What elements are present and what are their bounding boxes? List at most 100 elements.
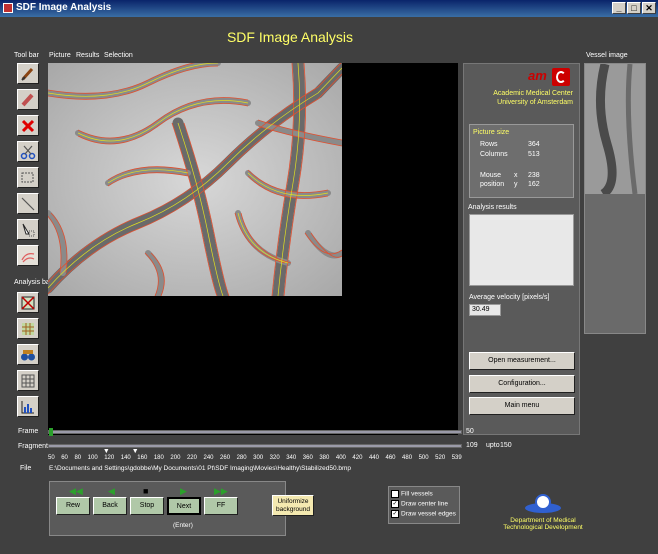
scale-tick-label: 340: [286, 455, 297, 461]
scale-tick-label: 50: [48, 455, 55, 461]
crosshair-tool[interactable]: [17, 292, 39, 313]
select-rect-icon: [21, 172, 34, 183]
rew-button[interactable]: Rew: [56, 497, 90, 515]
scale-tick-label: 100: [87, 455, 98, 461]
department-line-1: Department of Medical: [510, 517, 576, 524]
grid-tool[interactable]: [17, 370, 39, 391]
draw-center-line-checkbox[interactable]: ✓: [391, 500, 399, 508]
draw-center-line-option[interactable]: ✓ Draw center line: [391, 500, 448, 508]
menu-selection[interactable]: Selection: [104, 52, 133, 59]
file-label: File: [20, 465, 32, 472]
menu-results[interactable]: Results: [76, 52, 99, 59]
eraser-tool[interactable]: [17, 89, 39, 110]
picture-size-heading: Picture size: [473, 129, 510, 136]
rows-value: 364: [528, 141, 540, 148]
draw-vessel-edges-option[interactable]: ✓ Draw vessel edges: [391, 510, 456, 518]
draw-vessel-edges-checkbox[interactable]: ✓: [391, 510, 399, 518]
mouse-y-value: 162: [528, 181, 540, 188]
delete-tool[interactable]: [17, 115, 39, 136]
fragment-start-marker[interactable]: ▼: [103, 448, 110, 455]
department-emblem-icon: [525, 494, 561, 513]
fragment-end-marker[interactable]: ▼: [132, 448, 139, 455]
scale-tick-label: 240: [203, 455, 214, 461]
scale-tick-label: 440: [368, 455, 379, 461]
fragment-value: 109: [466, 442, 478, 449]
frame-slider-thumb[interactable]: [49, 428, 53, 436]
microcirculation-image[interactable]: [48, 63, 342, 296]
window-titlebar: SDF Image Analysis _ □ ✕: [0, 0, 658, 17]
vessel-image: [585, 64, 645, 194]
scale-tick-label: 500: [418, 455, 429, 461]
open-measurement-button[interactable]: Open measurement...: [469, 352, 575, 370]
delete-icon: [21, 119, 35, 133]
app-icon: [3, 3, 13, 13]
scale-tick-label: 420: [352, 455, 363, 461]
fragment-slider[interactable]: ▼ ▼: [48, 444, 462, 455]
upto-label: upto: [486, 442, 500, 449]
back-button[interactable]: Back: [93, 497, 127, 515]
frame-value: 50: [466, 428, 474, 435]
menu-picture[interactable]: Picture: [49, 52, 71, 59]
image-viewer[interactable]: [48, 63, 458, 435]
vessel-image-label: Vessel image: [586, 52, 628, 59]
scale-tick-label: 140: [120, 455, 131, 461]
file-path: E:\Documents and Settings\gdobbe\My Docu…: [49, 465, 352, 472]
next-icon: ▶: [180, 486, 187, 496]
velocity-value: 30.49: [469, 304, 501, 316]
uniformize-background-button[interactable]: Uniformize background: [272, 495, 314, 516]
scale-tick-label: 200: [170, 455, 181, 461]
analysis-results-label: Analysis results: [468, 204, 517, 211]
frame-slider[interactable]: [48, 428, 462, 436]
uniformize-label-1: Uniformize: [277, 498, 309, 505]
brush-tool[interactable]: [17, 63, 39, 84]
mesh-tool[interactable]: [17, 318, 39, 339]
picture-size-box: Picture size Rows 364 Columns 513 Mouse …: [469, 124, 574, 198]
fill-select-tool[interactable]: [17, 219, 39, 240]
scale-tick-label: 120: [104, 455, 115, 461]
department-line-2: Technological Development: [503, 524, 583, 531]
mouse-x-label: x: [514, 172, 518, 179]
scale-tick-label: 460: [385, 455, 396, 461]
vessel-draw-icon: [21, 253, 35, 263]
crosshair-icon: [21, 296, 35, 310]
playback-controls: ◀◀ ◀ ■ ▶ ▶▶ Rew Back Stop Next FF (Enter…: [49, 481, 314, 536]
line-tool[interactable]: [17, 193, 39, 214]
scissors-tool[interactable]: [17, 141, 39, 162]
stop-button[interactable]: Stop: [130, 497, 164, 515]
ff-button[interactable]: FF: [204, 497, 238, 515]
draw-vessel-edges-label: Draw vessel edges: [401, 510, 456, 518]
binoculars-tool[interactable]: [17, 344, 39, 365]
amc-logo-icon: [552, 68, 570, 86]
scale-tick-label: 60: [61, 455, 68, 461]
next-button[interactable]: Next: [167, 497, 201, 515]
histogram-icon: [21, 401, 34, 414]
amc-logo-text: am: [528, 68, 547, 83]
scale-tick-label: 520: [435, 455, 446, 461]
eraser-icon: [21, 93, 34, 107]
amc-name: Academic Medical Center: [493, 90, 573, 97]
vessel-image-panel: [584, 63, 646, 334]
close-button[interactable]: ✕: [642, 2, 656, 14]
window-title: SDF Image Analysis: [16, 2, 112, 13]
rewind-icon: ◀◀: [69, 486, 83, 496]
fill-vessels-checkbox[interactable]: [391, 490, 399, 498]
select-rect-tool[interactable]: [17, 167, 39, 188]
maximize-button[interactable]: □: [627, 2, 641, 14]
enter-hint: (Enter): [173, 522, 193, 529]
draw-options: Fill vessels ✓ Draw center line ✓ Draw ves…: [388, 486, 460, 524]
histogram-tool[interactable]: [17, 396, 39, 417]
scale-tick-label: 480: [402, 455, 413, 461]
fill-vessels-option[interactable]: Fill vessels: [391, 490, 433, 498]
analysis-results-box: [469, 214, 574, 286]
scissors-icon: [20, 145, 36, 160]
minimize-button[interactable]: _: [612, 2, 626, 14]
configuration-button[interactable]: Configuration...: [469, 375, 575, 393]
position-label: position: [480, 181, 505, 188]
rows-label: Rows: [480, 141, 498, 148]
grid-icon: [21, 374, 35, 388]
scale-tick-label: 300: [253, 455, 264, 461]
scale-tick-label: 539: [451, 455, 462, 461]
main-menu-button[interactable]: Main menu: [469, 397, 575, 415]
velocity-label: Average velocity [pixels/s]: [469, 294, 550, 301]
vessel-draw-tool[interactable]: [17, 245, 39, 266]
